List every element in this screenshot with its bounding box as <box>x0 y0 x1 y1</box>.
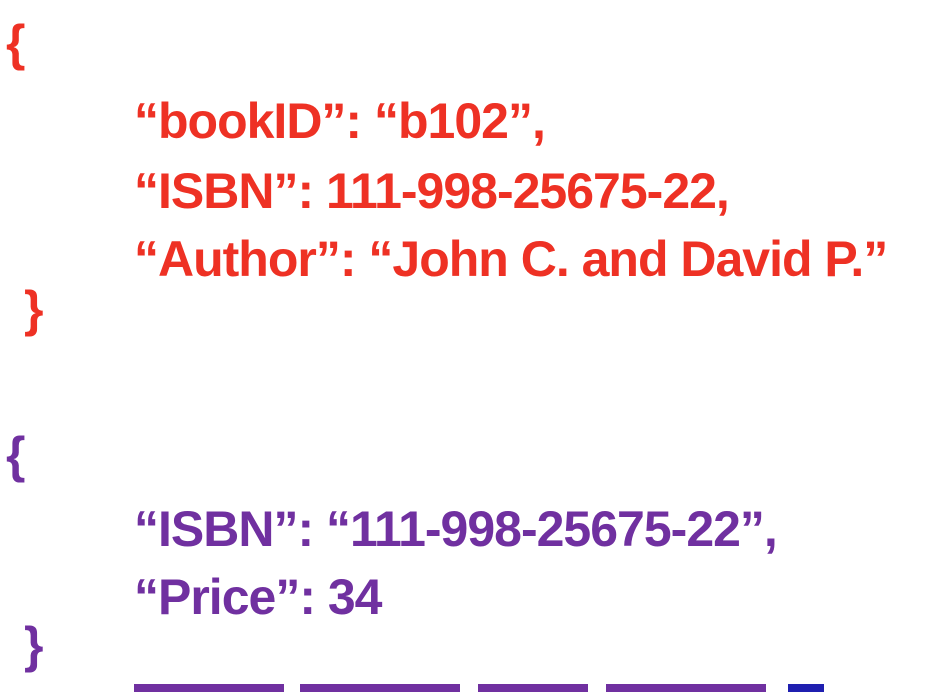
book-id-line: “bookID”: “b102”, <box>134 93 546 149</box>
close-brace: } <box>24 281 43 337</box>
close-brace: } <box>24 617 43 673</box>
cut-off-fragment <box>478 684 588 692</box>
open-brace: { <box>6 427 25 483</box>
isbn-line: “ISBN”: “111-998-25675-22”, <box>134 501 778 557</box>
cut-off-fragment <box>788 684 824 692</box>
price-line: “Price”: 34 <box>134 569 382 625</box>
cut-off-fragment <box>300 684 460 692</box>
cut-off-text-line <box>0 684 926 692</box>
cut-off-fragment <box>134 684 284 692</box>
open-brace: { <box>6 15 25 71</box>
cut-off-fragment <box>606 684 766 692</box>
author-line: “Author”: “John C. and David P.” <box>134 231 888 287</box>
isbn-line: “ISBN”: 111-998-25675-22, <box>134 163 730 219</box>
